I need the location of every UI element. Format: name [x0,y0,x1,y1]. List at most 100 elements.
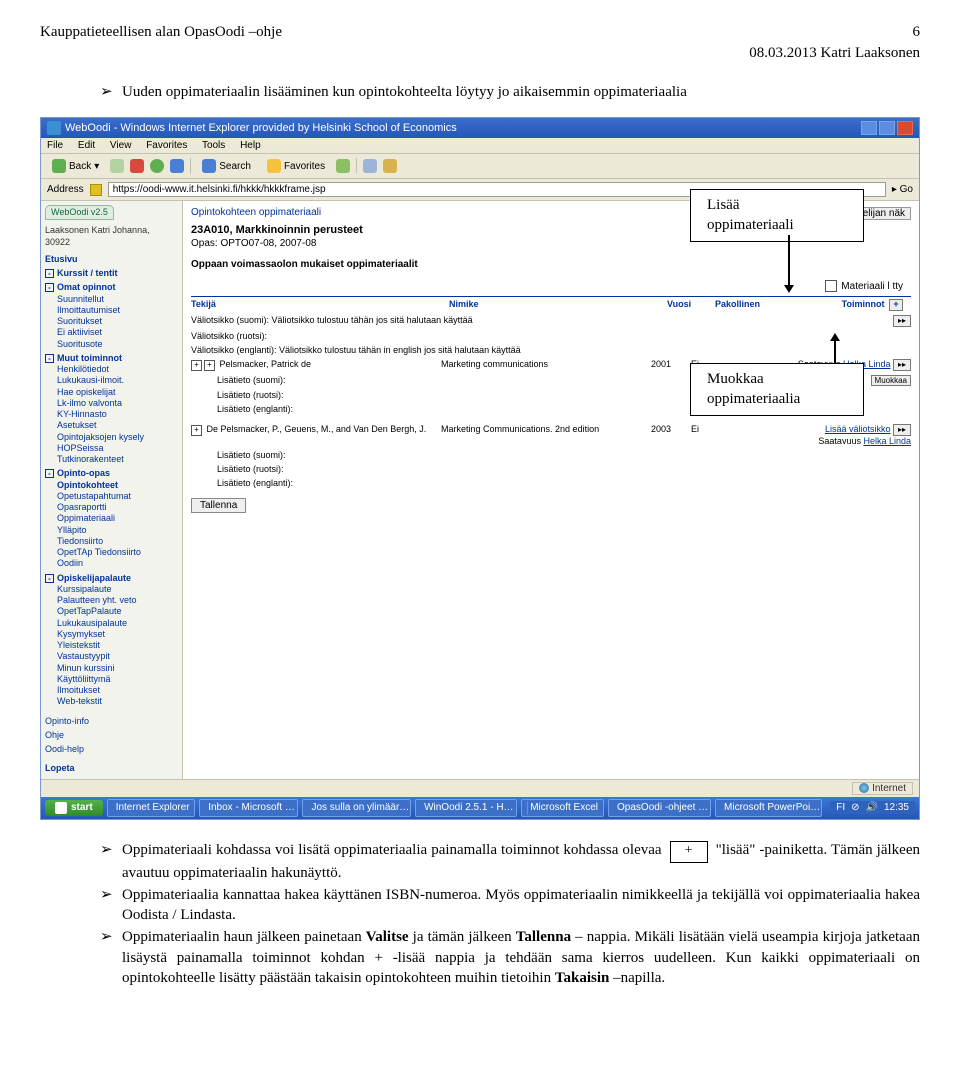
taskbar-item[interactable]: Inbox - Microsoft … [199,799,298,817]
nav-item[interactable]: Kysymykset [57,629,180,640]
favorites-button[interactable]: Favorites [262,157,330,175]
material-checkbox[interactable] [825,280,837,292]
nav-item[interactable]: Lukukausipalaute [57,618,180,629]
lisatieto-line: Lisätieto (ruotsi): [217,390,284,400]
lang-indicator[interactable]: FI [836,802,845,813]
callout-pointer [834,339,836,363]
menu-view[interactable]: View [110,140,132,151]
nav-item[interactable]: OpetTAp Tiedonsiirto [57,547,180,558]
forward-icon[interactable] [110,159,124,173]
print-icon[interactable] [383,159,397,173]
nav-item[interactable]: Asetukset [57,420,180,431]
window-minimize-icon[interactable] [861,121,877,135]
window-maximize-icon[interactable] [879,121,895,135]
nav-item[interactable]: Suunnitellut [57,294,180,305]
nav-item[interactable]: Oodiin [57,558,180,569]
taskbar-item[interactable]: Microsoft Excel [521,799,604,817]
taskbar-item[interactable]: WinOodi 2.5.1 - H… [415,799,517,817]
expand-icon[interactable]: + [191,425,202,436]
nav-item[interactable]: Henkilötiedot [57,364,180,375]
menu-file[interactable]: File [47,140,63,151]
nav-item[interactable]: Ylläpito [57,525,180,536]
nav-item[interactable]: Ilmoitukset [57,685,180,696]
back-label: Back [69,161,91,172]
nav-opiskelijapalaute[interactable]: -Opiskelijapalaute [45,573,180,584]
taskbar-item[interactable]: Microsoft PowerPoi… [715,799,822,817]
callout-edit-material: Muokkaa oppimateriaalia [690,363,864,416]
table-cell: 2003 [651,424,691,434]
nav-item[interactable]: Yleistekstit [57,640,180,651]
nav-lopeta[interactable]: Lopeta [45,763,180,774]
clock: 12:35 [884,802,909,813]
menu-favorites[interactable]: Favorites [146,140,187,151]
nav-item[interactable]: Opasraportti [57,502,180,513]
star-icon [267,159,281,173]
nav-item[interactable]: Oppimateriaali [57,513,180,524]
nav-opinto-opas[interactable]: -Opinto-opas [45,468,180,479]
expand-icon[interactable]: + [204,360,215,371]
search-button[interactable]: Search [197,157,256,175]
tray-icon[interactable]: ⊘ [851,802,859,813]
nav-item[interactable]: OpetTapPalaute [57,606,180,617]
nav-item[interactable]: Tiedonsiirto [57,536,180,547]
tallenna-button[interactable]: Tallenna [191,498,246,513]
nav-item[interactable]: Käyttöliittymä [57,674,180,685]
history-icon[interactable] [336,159,350,173]
nav-etusivu[interactable]: Etusivu [45,254,180,265]
nav-item[interactable]: Minun kurssini [57,663,180,674]
nav-item[interactable]: Web-tekstit [57,696,180,707]
menu-edit[interactable]: Edit [78,140,95,151]
refresh-icon[interactable] [150,159,164,173]
taskbar-item[interactable]: Jos sulla on ylimäär… [302,799,411,817]
tray-icon[interactable]: 🔊 [866,802,878,813]
nav-ohje[interactable]: Ohje [45,730,180,741]
add-material-button[interactable]: + [889,299,903,311]
home-icon[interactable] [170,159,184,173]
nav-opinto-info[interactable]: Opinto-info [45,716,180,727]
taskbar-item[interactable]: OpasOodi -ohjeet … [608,799,711,817]
nav-oodi-help[interactable]: Oodi-help [45,744,180,755]
expand-icon[interactable]: + [191,360,202,371]
doc-date-author: 08.03.2013 Katri Laaksonen [40,45,920,62]
lisaa-valiotsikko-link[interactable]: Lisää väliotsikko [825,424,891,434]
menu-help[interactable]: Help [240,140,261,151]
start-button[interactable]: start [45,800,103,816]
taskbar-item[interactable]: Internet Explorer [107,799,196,817]
nav-item[interactable]: Opetustapahtumat [57,491,180,502]
nav-item[interactable]: Kurssipalaute [57,584,180,595]
move-button[interactable]: ▸▸ [893,424,911,436]
nav-muut-toiminnot[interactable]: -Muut toiminnot [45,353,180,364]
intro-bullet-text: Uuden oppimateriaalin lisääminen kun opi… [122,82,920,102]
window-close-icon[interactable] [897,121,913,135]
nav-item[interactable]: Opintokohteet [57,480,180,491]
helka-link[interactable]: Helka Linda [863,436,911,446]
nav-item[interactable]: Lk-ilmo valvonta [57,398,180,409]
mail-icon[interactable] [363,159,377,173]
nav-item[interactable]: Tutkinorakenteet [57,454,180,465]
nav-item[interactable]: Hae opiskelijat [57,387,180,398]
table-cell: De Pelsmacker, P., Geuens, M., and Van D… [207,424,427,434]
nav-kurssit[interactable]: -Kurssit / tentit [45,268,180,279]
nav-item[interactable]: HOPSeissa [57,443,180,454]
move-button[interactable]: ▸▸ [893,315,911,327]
app-tab[interactable]: WebOodi v2.5 [45,205,114,220]
nav-item[interactable]: Palautteen yht. veto [57,595,180,606]
nav-omat-opinnot[interactable]: -Omat opinnot [45,282,180,293]
nav-item[interactable]: Opintojaksojen kysely [57,432,180,443]
nav-item[interactable]: Suoritusote [57,339,180,350]
nav-item[interactable]: Ei aktiiviset [57,327,180,338]
globe-icon [859,783,869,793]
back-button[interactable]: Back ▾ [47,157,104,175]
menu-tools[interactable]: Tools [202,140,225,151]
body-bullet-1: Oppimateriaali kohdassa voi lisätä oppim… [122,840,920,883]
nav-item[interactable]: Ilmoittautumiset [57,305,180,316]
nav-item[interactable]: KY-Hinnasto [57,409,180,420]
move-button[interactable]: ▸▸ [893,359,911,371]
go-button[interactable]: ▸ Go [892,184,913,195]
nav-item[interactable]: Suoritukset [57,316,180,327]
nav-item[interactable]: Lukukausi-ilmoit. [57,375,180,386]
stop-icon[interactable] [130,159,144,173]
doc-title: Kauppatieteellisen alan OpasOodi –ohje [40,24,282,41]
muokkaa-button[interactable]: Muokkaa [871,375,911,386]
nav-item[interactable]: Vastaustyypit [57,651,180,662]
